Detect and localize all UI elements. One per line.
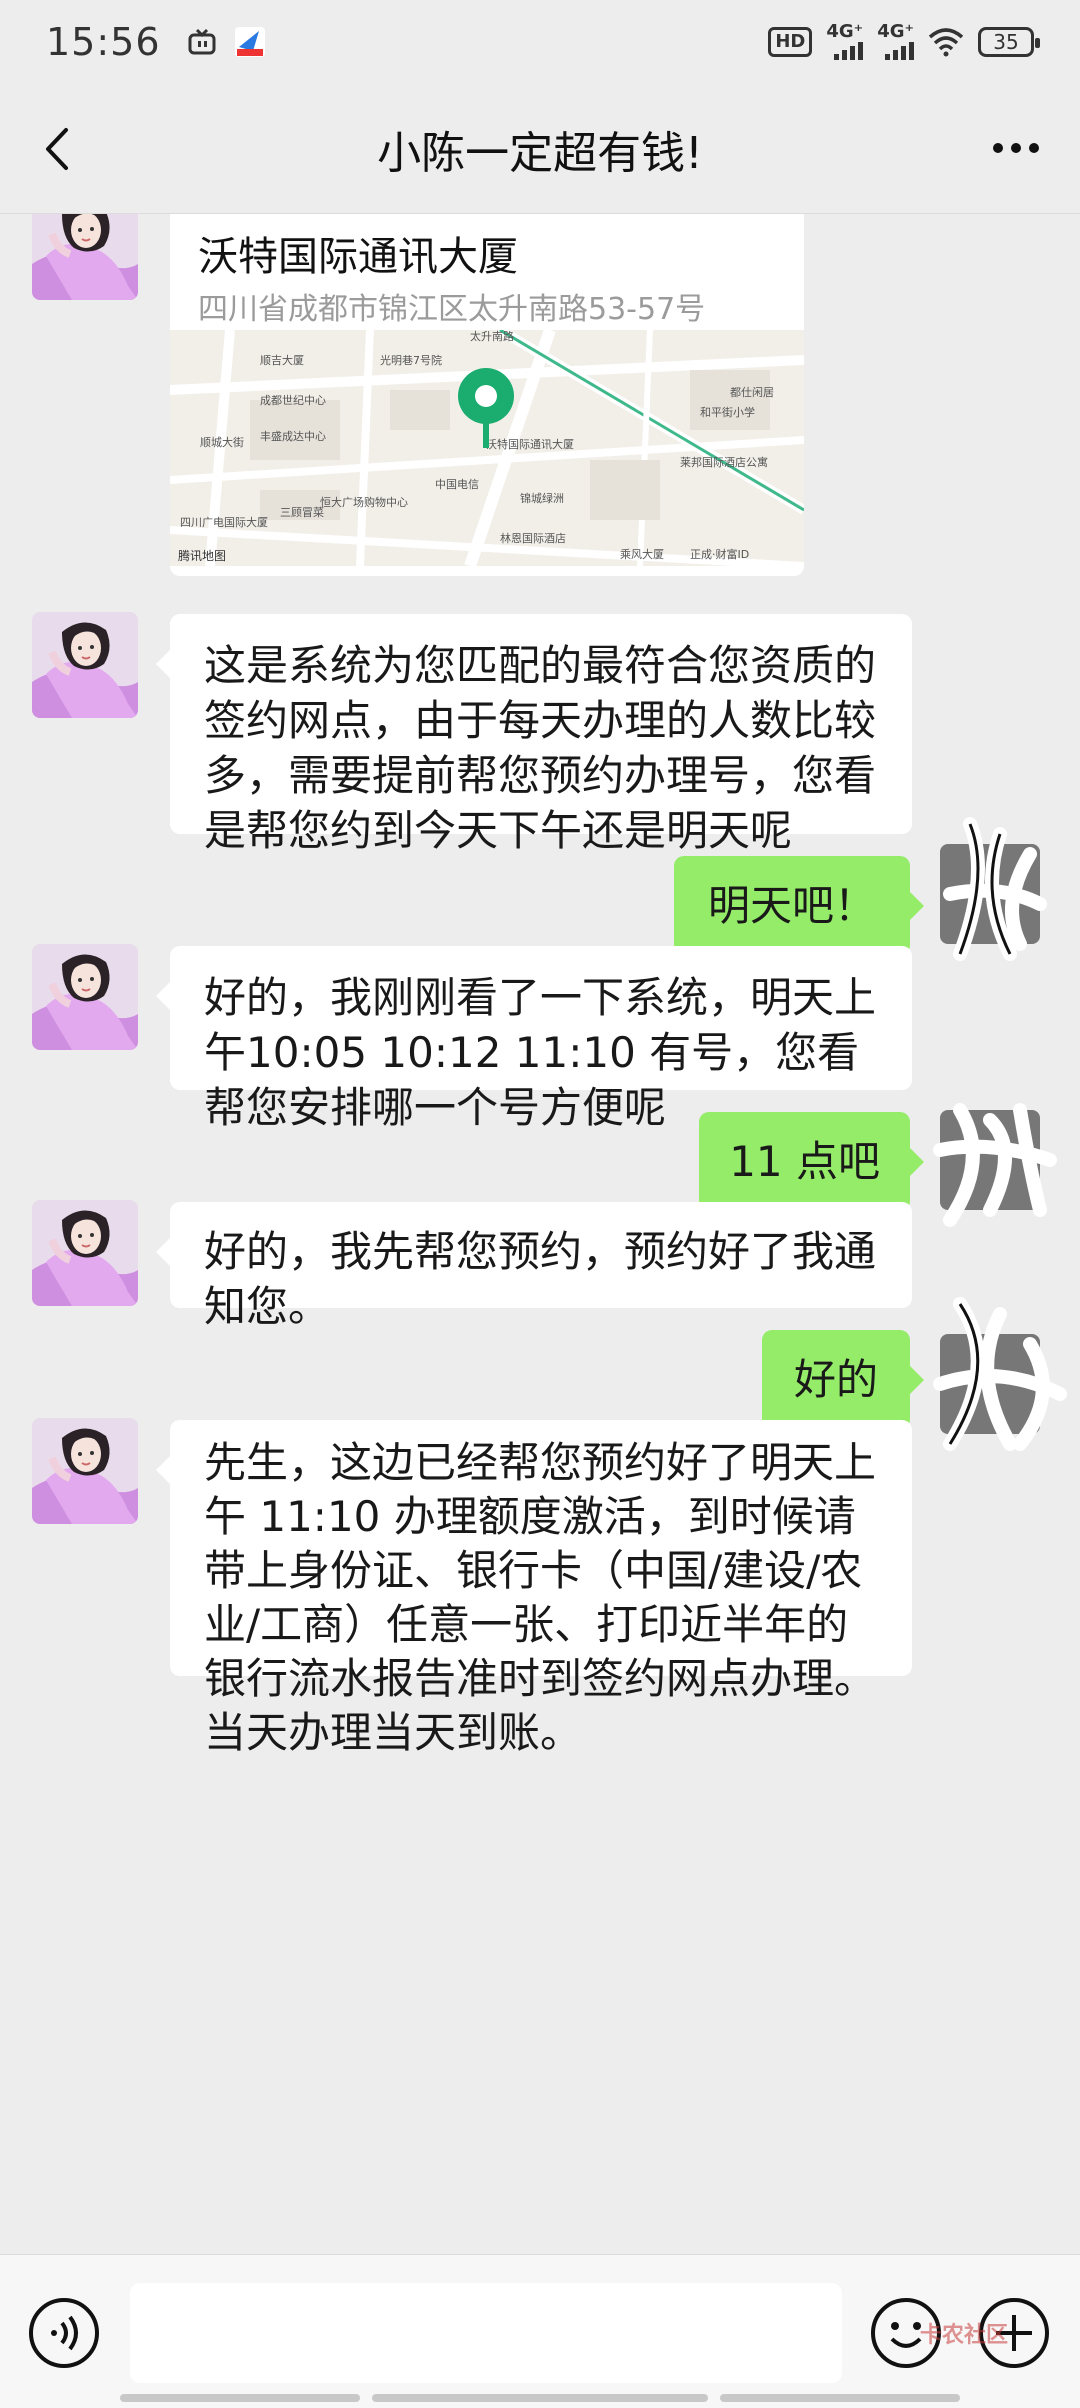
message-bubble-incoming[interactable]: 好的，我先帮您预约，预约好了我通知您。 [156, 1202, 912, 1331]
tv-app-icon [188, 28, 216, 55]
network-label-1: 4G⁺ [826, 21, 864, 42]
map-label: 乘风大厦 [620, 547, 664, 561]
back-icon[interactable] [34, 124, 84, 174]
location-card[interactable]: 沃特国际通讯大厦 四川省成都市锦江区太升南路53-57号 顺吉大厦 光明巷7号院… [170, 214, 804, 576]
redacted-avatar-scribble [933, 1297, 1067, 1451]
contact-avatar[interactable] [32, 1418, 138, 1524]
redacted-avatar-scribble [940, 817, 1047, 961]
more-icon[interactable] [986, 128, 1046, 168]
watermark: 卡农社区 [920, 2323, 1009, 2348]
message-bubble-incoming[interactable]: 好的，我刚刚看了一下系统，明天上午10:05 10:12 11:10 有号，您看… [156, 946, 912, 1132]
map-label: 太升南路 [470, 330, 514, 343]
signal-bars-2-icon [885, 40, 914, 60]
map-label: 顺城大街 [200, 435, 244, 449]
map-label: 丰盛成达中心 [260, 429, 326, 443]
chat-title: 小陈一定超有钱! [377, 127, 703, 179]
status-right: HD 4G⁺ 4G⁺ 35 [768, 21, 1040, 60]
location-address: 四川省成都市锦江区太升南路53-57号 [198, 292, 706, 327]
map-label: 莱邦国际酒店公寓 [680, 455, 768, 469]
message-bubble-incoming[interactable]: 先生，这边已经帮您预约好了明天上午 11:10 办理额度激活，到时候请带上身份证… [156, 1420, 912, 1757]
battery-icon: 35 [978, 27, 1040, 57]
network-label-2: 4G⁺ [877, 21, 914, 42]
map-label: 沃特国际通讯大厦 [486, 437, 574, 451]
nav-gesture-bar [120, 2394, 360, 2402]
nav-gesture-bar [720, 2394, 960, 2402]
wifi-icon [928, 28, 964, 57]
contact-avatar[interactable] [32, 214, 138, 300]
map-label: 成都世纪中心 [260, 394, 326, 407]
map-label: 和平街小学 [700, 405, 755, 419]
contact-avatar[interactable] [32, 944, 138, 1050]
map-logo: 腾讯地图 [178, 548, 226, 563]
map-label: 都仕闲居 [730, 385, 774, 399]
voice-icon[interactable] [26, 2295, 102, 2371]
nav-gesture-bar [372, 2394, 708, 2402]
map-label: 四川广电国际大厦 [180, 515, 268, 529]
nav-bar: 小陈一定超有钱! [0, 84, 1080, 214]
input-bar: 卡农社区 [0, 2254, 1080, 2408]
map-label: 林恩国际酒店 [500, 531, 566, 545]
signal-bars-1-icon [834, 40, 864, 60]
map-label: 光明巷7号院 [380, 353, 442, 367]
message-bubble-outgoing[interactable]: 好的 [761, 1330, 925, 1429]
map-label: 正成·财富ID [690, 547, 749, 561]
map-label: 恒大广场购物中心 [320, 495, 408, 509]
chat-area[interactable]: 沃特国际通讯大厦 四川省成都市锦江区太升南路53-57号 顺吉大厦 光明巷7号院… [0, 214, 1080, 2254]
status-app-icons [187, 25, 267, 59]
contact-avatar[interactable] [32, 1206, 138, 1312]
message-bubble-incoming[interactable]: 这是系统为您匹配的最符合您资质的签约网点，由于每天办理的人数比较多，需要提前帮您… [156, 614, 912, 855]
signal-1: 4G⁺ [826, 21, 864, 60]
redacted-avatar-scribble [933, 1103, 1057, 1227]
contact-avatar[interactable] [32, 612, 138, 718]
location-title: 沃特国际通讯大厦 [198, 234, 518, 280]
status-time: 15:56 [46, 20, 161, 64]
status-bar: 15:56 HD 4G⁺ 4G⁺ 35 [0, 0, 1080, 84]
message-bubble-outgoing[interactable]: 11 点吧 [699, 1112, 924, 1211]
map-label: 中国电信 [435, 478, 479, 491]
message-bubble-outgoing[interactable]: 明天吧！ [673, 856, 925, 955]
message-input[interactable] [130, 2283, 842, 2383]
app-notification-icon [234, 27, 265, 57]
location-map[interactable]: 顺吉大厦 光明巷7号院 太升南路 成都世纪中心 丰盛成达中心 顺城大街 恒大广场… [170, 330, 804, 566]
signal-2: 4G⁺ [877, 21, 914, 60]
hd-badge: HD [768, 27, 813, 57]
map-label: 锦城绿洲 [520, 491, 564, 505]
map-label: 三顾冒菜 [280, 506, 324, 519]
map-label: 顺吉大厦 [260, 353, 304, 367]
